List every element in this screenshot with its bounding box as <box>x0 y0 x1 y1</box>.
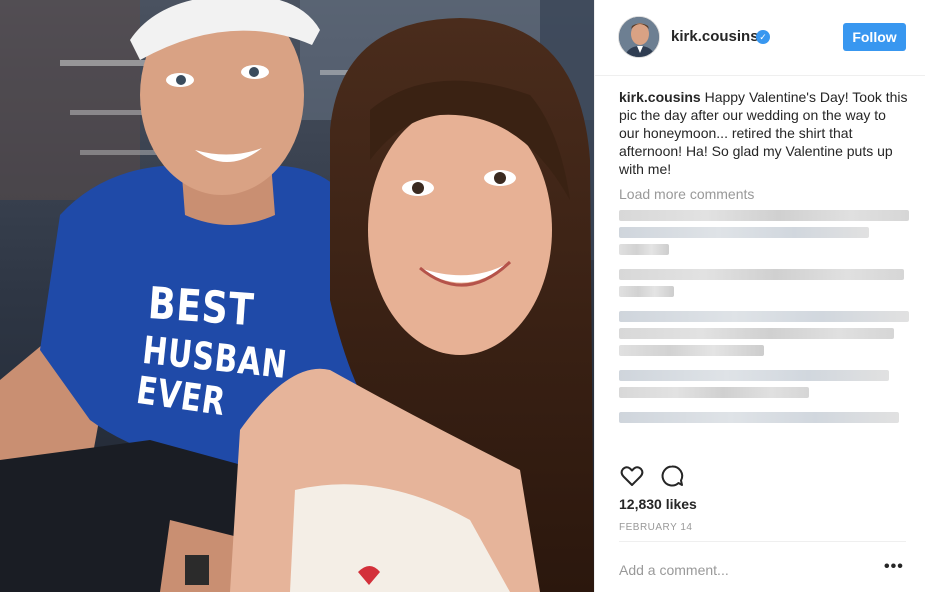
verified-badge-icon: ✓ <box>756 30 770 44</box>
more-options-icon[interactable]: ••• <box>884 559 903 575</box>
follow-button[interactable]: Follow <box>843 23 906 51</box>
caption-username[interactable]: kirk.cousins <box>619 89 701 105</box>
load-more-comments-link[interactable]: Load more comments <box>619 186 754 202</box>
redacted-comment-line <box>619 286 674 297</box>
redacted-comment-line <box>619 387 809 398</box>
comment-bubble-icon[interactable] <box>659 463 685 489</box>
comment-input[interactable] <box>619 560 859 580</box>
comment-form: ••• <box>619 541 906 592</box>
redacted-comment-line <box>619 370 889 381</box>
redacted-comment-line <box>619 210 909 221</box>
heart-icon[interactable] <box>619 463 645 489</box>
photo-illustration <box>0 0 594 592</box>
redacted-comment-line <box>619 328 894 339</box>
post-photo[interactable]: BEST HUSBAN EVER <box>0 0 594 592</box>
redacted-comment-line <box>619 412 899 423</box>
username-link[interactable]: kirk.cousins <box>671 28 759 45</box>
post-actions <box>619 463 699 489</box>
post-caption: kirk.cousins Happy Valentine's Day! Took… <box>619 88 909 178</box>
post-header: kirk.cousins ✓ Follow <box>595 0 925 76</box>
avatar[interactable] <box>618 16 660 58</box>
redacted-comment-line <box>619 311 909 322</box>
post-sidebar: kirk.cousins ✓ Follow kirk.cousins Happy… <box>594 0 925 592</box>
comments-list <box>619 210 911 429</box>
redacted-comment-line <box>619 269 904 280</box>
redacted-comment-line <box>619 345 764 356</box>
shirt-text-line-1: BEST <box>146 278 256 337</box>
redacted-comment-line <box>619 244 669 255</box>
post-date: FEBRUARY 14 <box>619 522 693 533</box>
likes-count[interactable]: 12,830 likes <box>619 496 697 512</box>
redacted-comment-line <box>619 227 869 238</box>
avatar-image <box>619 17 659 57</box>
